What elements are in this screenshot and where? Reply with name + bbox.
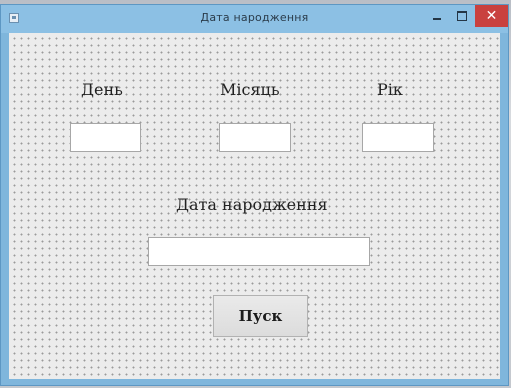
month-input[interactable] — [219, 123, 291, 152]
minimize-button[interactable] — [426, 5, 448, 27]
minimize-icon — [433, 18, 441, 20]
birthdate-label: Дата народження — [176, 195, 328, 214]
run-button[interactable]: Пуск — [213, 295, 308, 337]
close-icon: ✕ — [485, 8, 498, 24]
year-input[interactable] — [362, 123, 434, 152]
year-label: Рік — [377, 80, 403, 99]
maximize-icon — [457, 11, 467, 21]
form-client-area: День Місяць Рік Дата народження Пуск — [9, 33, 500, 379]
month-label: Місяць — [220, 80, 280, 99]
close-button[interactable]: ✕ — [475, 5, 508, 27]
day-label: День — [81, 80, 123, 99]
birthdate-output[interactable] — [148, 237, 370, 266]
app-window: Дата народження ✕ День Місяць Рік Дата н… — [0, 4, 509, 386]
day-input[interactable] — [70, 123, 141, 152]
maximize-button[interactable] — [451, 5, 473, 27]
title-bar[interactable]: Дата народження ✕ — [1, 5, 508, 33]
